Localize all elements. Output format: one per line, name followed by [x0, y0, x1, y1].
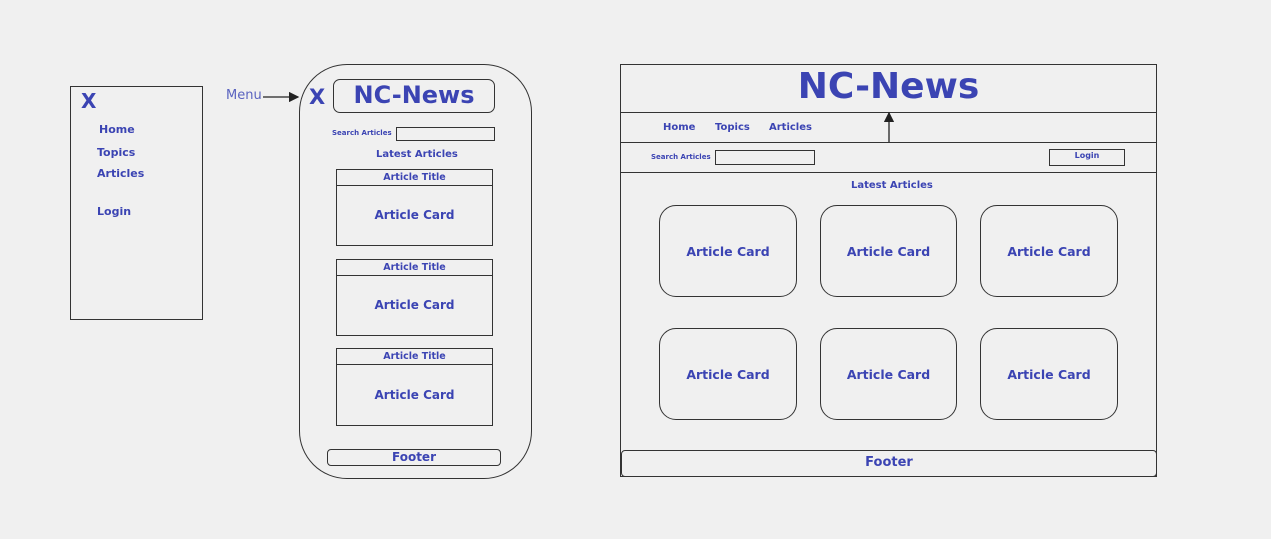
annotation-arrows — [263, 91, 895, 142]
